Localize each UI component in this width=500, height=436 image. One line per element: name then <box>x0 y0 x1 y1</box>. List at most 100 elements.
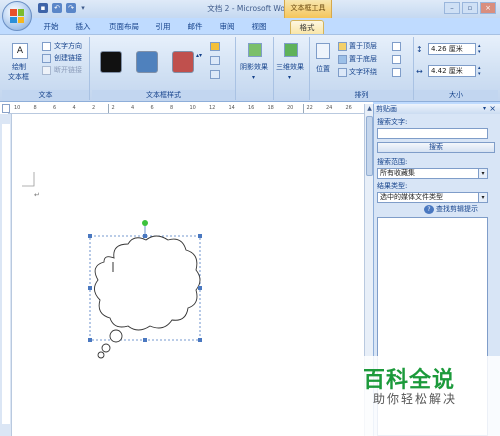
rotation-handle[interactable] <box>142 220 148 226</box>
fill-color-icon[interactable] <box>210 42 220 51</box>
ruler-number: 4 <box>72 105 76 111</box>
tab-references[interactable]: 引用 <box>152 20 174 34</box>
ribbon: A 绘制 文本框 文字方向 创建链接 断开链接 文本 ▴▾ 文本框样式 阴影效果… <box>0 34 500 102</box>
context-tab-group-label: 文本框工具 <box>284 0 332 18</box>
tab-insert[interactable]: 插入 <box>70 20 96 34</box>
send-back-icon[interactable] <box>338 55 347 64</box>
draw-textbox-icon[interactable]: A <box>12 43 28 59</box>
window-controls: – ▫ × <box>444 2 496 14</box>
height-input[interactable]: 4.26 厘米 <box>428 43 476 55</box>
group-shadow: 阴影效果 ▾ <box>238 37 274 100</box>
horizontal-ruler[interactable]: 10 8 6 4 2 2 4 6 8 10 12 14 16 18 20 22 24 26 <box>8 104 364 114</box>
tab-page-layout[interactable]: 页面布局 <box>104 20 144 34</box>
pane-menu-icon[interactable]: ▾ <box>483 105 486 112</box>
break-link-button: 断开链接 <box>54 66 82 74</box>
ruler-number: 12 <box>209 105 216 111</box>
thought-bubble-shape[interactable] <box>84 218 208 368</box>
text-direction-button[interactable]: 文字方向 <box>54 42 82 51</box>
styles-scroll-icon[interactable]: ▴▾ <box>196 51 202 60</box>
wrap-text-icon[interactable] <box>338 68 347 77</box>
title-bar: 文档 2 - Microsoft Word ▪ ↶ ↷ ▾ – ▫ × <box>0 0 500 18</box>
search-scope-label: 搜索范围: <box>377 158 408 166</box>
dropdown-arrow-icon[interactable]: ▾ <box>478 169 487 178</box>
ruler-number: 14 <box>228 105 235 111</box>
redo-icon[interactable]: ↷ <box>66 3 76 13</box>
help-icon: ? <box>424 205 434 214</box>
tab-home[interactable]: 开始 <box>38 20 64 34</box>
wrap-text-button[interactable]: 文字环绕 <box>349 68 377 77</box>
ruler-number: 18 <box>267 105 274 111</box>
send-back-button[interactable]: 置于底层 <box>349 55 377 64</box>
clip-tips-link[interactable]: 查找剪辑提示 <box>436 205 478 214</box>
vertical-ruler[interactable] <box>0 114 12 436</box>
dropdown-arrow-icon[interactable]: ▾ <box>478 193 487 202</box>
ruler-number: 4 <box>131 105 135 111</box>
pane-close-icon[interactable]: × <box>489 104 496 113</box>
vertical-ruler-inner <box>2 124 10 424</box>
search-button[interactable]: 搜索 <box>377 142 495 153</box>
ruler-number: 8 <box>33 105 37 111</box>
bring-front-icon[interactable] <box>338 42 347 51</box>
search-scope-select[interactable]: 所有收藏集 ▾ <box>377 168 488 179</box>
minimize-button[interactable]: – <box>444 2 460 14</box>
change-shape-icon[interactable] <box>210 70 220 79</box>
ribbon-tabs: 开始 插入 页面布局 引用 邮件 审阅 视图 格式 <box>0 18 500 34</box>
width-spinner-icon[interactable]: ▴ ▾ <box>478 65 481 77</box>
position-icon[interactable] <box>316 43 330 59</box>
3d-effects-icon[interactable] <box>284 43 298 57</box>
result-type-value: 选中的媒体文件类型 <box>380 193 443 201</box>
tab-review[interactable]: 审阅 <box>216 20 238 34</box>
group-arrange: 位置 置于顶层 置于底层 文字环绕 排列 <box>310 37 414 100</box>
group-text-label: 文本 <box>2 90 89 100</box>
quick-access-toolbar: ▪ ↶ ↷ ▾ <box>38 3 86 13</box>
ruler-number: 2 <box>111 105 115 111</box>
undo-icon[interactable]: ↶ <box>52 3 62 13</box>
style-swatch-red[interactable] <box>172 51 194 73</box>
scrollbar-thumb[interactable] <box>366 116 373 176</box>
tab-selector-icon[interactable] <box>2 104 10 113</box>
office-button[interactable] <box>2 1 32 31</box>
search-text-input[interactable] <box>377 128 488 139</box>
height-icon: ↕ <box>416 45 423 54</box>
shadow-effects-icon[interactable] <box>248 43 262 57</box>
watermark-subtitle: 助你轻松解决 <box>373 392 458 406</box>
search-scope-value: 所有收藏集 <box>380 169 415 177</box>
scroll-up-icon[interactable]: ▲ <box>366 105 373 113</box>
result-type-select[interactable]: 选中的媒体文件类型 ▾ <box>377 192 488 203</box>
shadow-effects-button[interactable]: 阴影效果 <box>240 63 268 72</box>
paragraph-mark-icon: ↵ <box>34 191 40 199</box>
rotate-icon[interactable] <box>392 68 401 77</box>
bubble-small-2 <box>101 343 111 353</box>
width-icon: ↔ <box>416 67 423 76</box>
pane-title: 剪贴画 <box>374 104 500 114</box>
save-icon[interactable]: ▪ <box>38 3 48 13</box>
tab-view[interactable]: 视图 <box>248 20 270 34</box>
bring-front-button[interactable]: 置于顶层 <box>349 42 377 51</box>
draw-textbox-label[interactable]: 绘制 <box>12 63 26 72</box>
line-color-icon[interactable] <box>210 56 220 65</box>
height-spinner-icon[interactable]: ▴ ▾ <box>478 43 481 55</box>
tab-mailings[interactable]: 邮件 <box>184 20 206 34</box>
width-input[interactable]: 4.42 厘米 <box>428 65 476 77</box>
customize-qat-icon[interactable]: ▾ <box>80 3 86 13</box>
tab-format[interactable]: 格式 <box>290 20 324 34</box>
create-link-button[interactable]: 创建链接 <box>54 54 82 63</box>
style-swatch-black[interactable] <box>100 51 122 73</box>
align-icon[interactable] <box>392 42 401 51</box>
text-direction-icon[interactable] <box>42 42 51 51</box>
close-button[interactable]: × <box>480 2 496 14</box>
group-arrange-label: 排列 <box>310 90 413 100</box>
ruler-number: 2 <box>92 105 96 111</box>
group-objects-icon[interactable] <box>392 55 401 64</box>
group-size-label: 大小 <box>414 90 498 100</box>
ruler-number: 10 <box>14 105 21 111</box>
maximize-button[interactable]: ▫ <box>462 2 478 14</box>
ruler-number: 26 <box>345 105 352 111</box>
style-swatch-blue[interactable] <box>136 51 158 73</box>
create-link-icon[interactable] <box>42 54 51 63</box>
break-link-icon <box>42 66 51 75</box>
search-text-label: 搜索文字: <box>377 118 408 126</box>
draw-textbox-label2[interactable]: 文本框 <box>8 73 29 82</box>
3d-effects-button[interactable]: 三维效果 <box>276 63 304 72</box>
position-button[interactable]: 位置 <box>316 65 330 74</box>
